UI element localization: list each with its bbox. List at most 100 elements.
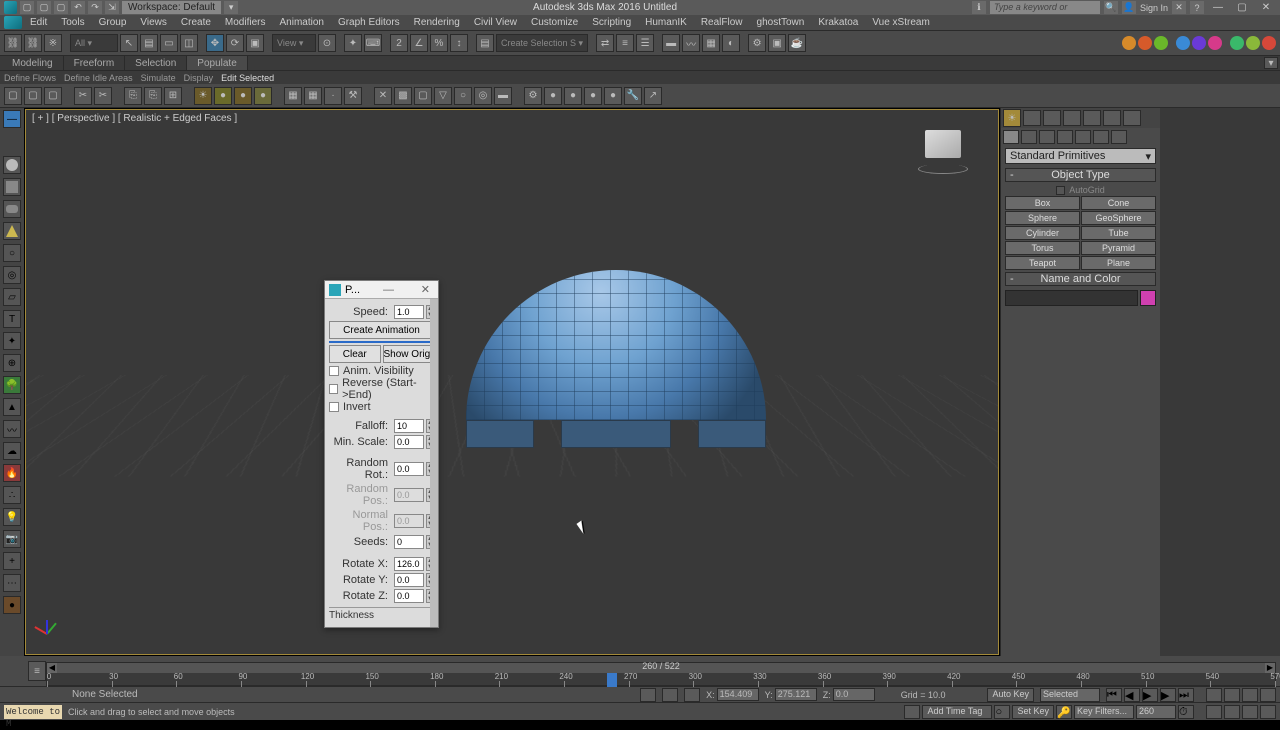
- mirror-icon[interactable]: ⇄: [596, 34, 614, 52]
- prim-sphere-button[interactable]: Sphere: [1005, 211, 1080, 225]
- prim-cylinder-button[interactable]: Cylinder: [1005, 226, 1080, 240]
- unlink-icon[interactable]: ⛓: [24, 34, 42, 52]
- ls-tree-icon[interactable]: 🌳: [3, 376, 21, 394]
- ribbon-collapse-icon[interactable]: ▾: [1264, 57, 1278, 69]
- st-icon-3[interactable]: ▢: [44, 87, 62, 105]
- st-icon-2[interactable]: ▢: [24, 87, 42, 105]
- lock-selection-icon[interactable]: [640, 688, 656, 702]
- speed-input[interactable]: [394, 305, 424, 319]
- plugin-icon-9[interactable]: [1262, 36, 1276, 50]
- ls-mountain-icon[interactable]: ▲: [3, 398, 21, 416]
- subtab-defineidle[interactable]: Define Idle Areas: [64, 73, 133, 83]
- ls-cloud-icon[interactable]: ☁: [3, 442, 21, 460]
- qat-link-icon[interactable]: ⇲: [105, 1, 119, 14]
- falloff-spinner[interactable]: ▲▼: [426, 419, 434, 433]
- menu-animation[interactable]: Animation: [273, 17, 329, 28]
- current-frame-input[interactable]: 260: [1136, 705, 1176, 719]
- ls-box-icon[interactable]: [3, 178, 21, 196]
- workspace-dropdown-icon[interactable]: ▾: [224, 1, 238, 14]
- anim-visibility-checkbox[interactable]: Anim. Visibility: [329, 365, 434, 377]
- coord-y-input[interactable]: 275.121: [775, 688, 817, 701]
- signin-icon[interactable]: 👤: [1122, 1, 1136, 14]
- named-selection-set[interactable]: Create Selection S ▾: [496, 34, 588, 52]
- rollout-objecttype[interactable]: -Object Type: [1005, 168, 1156, 182]
- select-move-icon[interactable]: ✥: [206, 34, 224, 52]
- plugin-icon-6[interactable]: [1208, 36, 1222, 50]
- ls-fire-icon[interactable]: 🔥: [3, 464, 21, 482]
- seeds-spinner[interactable]: ▲▼: [426, 535, 434, 549]
- render-production-icon[interactable]: ☕: [788, 34, 806, 52]
- ls-text-icon[interactable]: T: [3, 310, 21, 328]
- search-input[interactable]: Type a keyword or phrase: [990, 1, 1100, 14]
- ls-tube-icon[interactable]: ○: [3, 244, 21, 262]
- select-name-icon[interactable]: ▤: [140, 34, 158, 52]
- ls-compound-icon[interactable]: ⊕: [3, 354, 21, 372]
- dome-object[interactable]: [446, 270, 786, 470]
- nav-zoom-icon[interactable]: [1206, 688, 1222, 702]
- st-sphere3-icon[interactable]: ●: [584, 87, 602, 105]
- subtab-editselected[interactable]: Edit Selected: [221, 73, 274, 83]
- selection-lock-icon[interactable]: [684, 688, 700, 702]
- st-point-icon[interactable]: ·: [324, 87, 342, 105]
- dialog-close-icon[interactable]: ✕: [417, 283, 434, 296]
- add-time-tag[interactable]: Add Time Tag: [922, 705, 992, 719]
- object-name-input[interactable]: [1005, 290, 1138, 306]
- cat-lights-icon[interactable]: [1039, 130, 1055, 144]
- layer-manager-icon[interactable]: ☰: [636, 34, 654, 52]
- cat-helpers-icon[interactable]: [1075, 130, 1091, 144]
- menu-civilview[interactable]: Civil View: [468, 17, 523, 28]
- named-selection-icon[interactable]: ▤: [476, 34, 494, 52]
- ls-misc-icon[interactable]: ⋯: [3, 574, 21, 592]
- plugin-icon-7[interactable]: [1230, 36, 1244, 50]
- rotx-spinner[interactable]: ▲▼: [426, 557, 434, 571]
- menu-group[interactable]: Group: [93, 17, 133, 28]
- ls-sphere-icon[interactable]: [3, 156, 21, 174]
- nav-orbit-icon[interactable]: [1242, 705, 1258, 719]
- cat-systems-icon[interactable]: [1111, 130, 1127, 144]
- st-knife-icon[interactable]: ✂: [94, 87, 112, 105]
- st-scissors-icon[interactable]: ✂: [74, 87, 92, 105]
- invert-checkbox[interactable]: Invert: [329, 401, 434, 413]
- thickness-section[interactable]: Thickness: [329, 607, 434, 623]
- plugin-icon-8[interactable]: [1246, 36, 1260, 50]
- ls-particle-icon[interactable]: ∴: [3, 486, 21, 504]
- rollout-namecolor[interactable]: -Name and Color: [1005, 272, 1156, 286]
- ls-helper-icon[interactable]: +: [3, 552, 21, 570]
- ls-last-icon[interactable]: ●: [3, 596, 21, 614]
- subtab-defineflows[interactable]: Define Flows: [4, 73, 56, 83]
- viewport-config-icon[interactable]: ☀: [1003, 109, 1021, 127]
- window-crossing-icon[interactable]: ◫: [180, 34, 198, 52]
- ref-coord-system[interactable]: View ▾: [272, 34, 316, 52]
- plugin-icon-3[interactable]: [1154, 36, 1168, 50]
- qat-redo-icon[interactable]: ↷: [88, 1, 102, 14]
- clear-button[interactable]: Clear: [329, 345, 381, 363]
- ls-cyl-icon[interactable]: [3, 200, 21, 218]
- time-config-icon[interactable]: [904, 705, 920, 719]
- select-manipulate-icon[interactable]: ✦: [344, 34, 362, 52]
- menu-humanik[interactable]: HumanIK: [639, 17, 693, 28]
- appmenu-icon[interactable]: [4, 16, 22, 29]
- goto-end-icon[interactable]: ⏭: [1178, 688, 1194, 702]
- menu-rendering[interactable]: Rendering: [408, 17, 466, 28]
- falloff-input[interactable]: [394, 419, 424, 433]
- prim-torus-button[interactable]: Torus: [1005, 241, 1080, 255]
- prim-teapot-button[interactable]: Teapot: [1005, 256, 1080, 270]
- st-multi-icon[interactable]: ⊞: [164, 87, 182, 105]
- rotx-input[interactable]: [394, 557, 424, 571]
- timeline[interactable]: ≡ ◀ 260 / 522 ▶ 030609012015018021024027…: [0, 656, 1280, 686]
- cmdtab-hierarchy-icon[interactable]: [1063, 110, 1081, 126]
- reverse-checkbox[interactable]: Reverse (Start->End): [329, 377, 434, 401]
- prim-geosphere-button[interactable]: GeoSphere: [1081, 211, 1156, 225]
- qat-open-icon[interactable]: ▢: [37, 1, 51, 14]
- bind-spacewarp-icon[interactable]: ※: [44, 34, 62, 52]
- ribbon-tab-modeling[interactable]: Modeling: [2, 56, 64, 70]
- cmdtab-display-icon[interactable]: [1103, 110, 1121, 126]
- qat-new-icon[interactable]: ▢: [20, 1, 34, 14]
- dialog-minimize-icon[interactable]: —: [383, 284, 394, 296]
- setkey-button[interactable]: Set Key: [1012, 705, 1054, 719]
- help-icon[interactable]: ?: [1190, 1, 1204, 14]
- signin-label[interactable]: Sign In: [1140, 3, 1168, 13]
- cat-shapes-icon[interactable]: [1021, 130, 1037, 144]
- keymode-icon[interactable]: ○: [994, 705, 1010, 719]
- render-setup-icon[interactable]: ⚙: [748, 34, 766, 52]
